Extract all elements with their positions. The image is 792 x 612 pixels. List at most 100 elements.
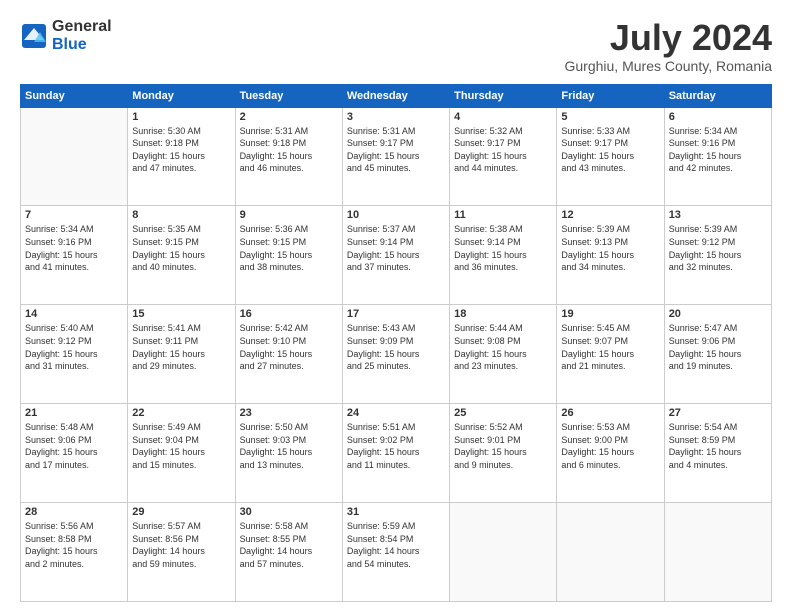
table-row: 26 Sunrise: 5:53 AM Sunset: 9:00 PM Dayli… (557, 404, 664, 503)
day-number: 9 (240, 209, 338, 221)
calendar-table: Sunday Monday Tuesday Wednesday Thursday… (20, 84, 772, 602)
day-number: 27 (669, 407, 767, 419)
day-info: Sunrise: 5:52 AM Sunset: 9:01 PM Dayligh… (454, 421, 552, 471)
day-number: 28 (25, 506, 123, 518)
table-row: 14 Sunrise: 5:40 AM Sunset: 9:12 PM Dayli… (21, 305, 128, 404)
table-row: 29 Sunrise: 5:57 AM Sunset: 8:56 PM Dayli… (128, 503, 235, 602)
table-row: 6Sunrise: 5:34 AM Sunset: 9:16 PM Daylig… (664, 107, 771, 206)
day-info: Sunrise: 5:40 AM Sunset: 9:12 PM Dayligh… (25, 322, 123, 372)
table-row: 9Sunrise: 5:36 AM Sunset: 9:15 PM Daylig… (235, 206, 342, 305)
day-info: Sunrise: 5:32 AM Sunset: 9:17 PM Dayligh… (454, 125, 552, 175)
day-number: 12 (561, 209, 659, 221)
day-number: 3 (347, 111, 445, 123)
day-number: 23 (240, 407, 338, 419)
col-thursday: Thursday (450, 84, 557, 107)
table-row: 27 Sunrise: 5:54 AM Sunset: 8:59 PM Dayli… (664, 404, 771, 503)
day-number: 13 (669, 209, 767, 221)
table-row: 20Sunrise: 5:47 AM Sunset: 9:06 PM Dayli… (664, 305, 771, 404)
day-number: 29 (132, 506, 230, 518)
col-sunday: Sunday (21, 84, 128, 107)
col-wednesday: Wednesday (342, 84, 449, 107)
table-row: 8 Sunrise: 5:35 AM Sunset: 9:15 PM Daylig… (128, 206, 235, 305)
day-number: 24 (347, 407, 445, 419)
table-row: 12 Sunrise: 5:39 AM Sunset: 9:13 PM Dayli… (557, 206, 664, 305)
day-info: Sunrise: 5:54 AM Sunset: 8:59 PM Dayligh… (669, 421, 767, 471)
day-info: Sunrise: 5:38 AM Sunset: 9:14 PM Dayligh… (454, 223, 552, 273)
day-number: 16 (240, 308, 338, 320)
calendar-body: 1 Sunrise: 5:30 AM Sunset: 9:18 PM Daylig… (21, 107, 772, 601)
table-row: 1 Sunrise: 5:30 AM Sunset: 9:18 PM Daylig… (128, 107, 235, 206)
table-row (21, 107, 128, 206)
day-info: Sunrise: 5:50 AM Sunset: 9:03 PM Dayligh… (240, 421, 338, 471)
day-info: Sunrise: 5:37 AM Sunset: 9:14 PM Dayligh… (347, 223, 445, 273)
table-row: 19 Sunrise: 5:45 AM Sunset: 9:07 PM Dayli… (557, 305, 664, 404)
calendar-week-row: 21 Sunrise: 5:48 AM Sunset: 9:06 PM Dayli… (21, 404, 772, 503)
day-info: Sunrise: 5:30 AM Sunset: 9:18 PM Dayligh… (132, 125, 230, 175)
month-year-title: July 2024 (565, 18, 773, 58)
day-number: 30 (240, 506, 338, 518)
calendar-week-row: 28 Sunrise: 5:56 AM Sunset: 8:58 PM Dayli… (21, 503, 772, 602)
day-number: 11 (454, 209, 552, 221)
table-row: 15 Sunrise: 5:41 AM Sunset: 9:11 PM Dayli… (128, 305, 235, 404)
title-block: July 2024 Gurghiu, Mures County, Romania (565, 18, 773, 74)
table-row: 30 Sunrise: 5:58 AM Sunset: 8:55 PM Dayli… (235, 503, 342, 602)
day-number: 10 (347, 209, 445, 221)
table-row (557, 503, 664, 602)
day-number: 15 (132, 308, 230, 320)
location-subtitle: Gurghiu, Mures County, Romania (565, 58, 773, 74)
calendar-week-row: 14 Sunrise: 5:40 AM Sunset: 9:12 PM Dayli… (21, 305, 772, 404)
day-info: Sunrise: 5:35 AM Sunset: 9:15 PM Dayligh… (132, 223, 230, 273)
table-row: 17Sunrise: 5:43 AM Sunset: 9:09 PM Dayli… (342, 305, 449, 404)
header: General Blue July 2024 Gurghiu, Mures Co… (20, 18, 772, 74)
table-row (450, 503, 557, 602)
day-number: 26 (561, 407, 659, 419)
day-number: 7 (25, 209, 123, 221)
col-friday: Friday (557, 84, 664, 107)
logo-general-text: General (52, 18, 112, 36)
day-number: 6 (669, 111, 767, 123)
day-info: Sunrise: 5:57 AM Sunset: 8:56 PM Dayligh… (132, 520, 230, 570)
table-row: 10 Sunrise: 5:37 AM Sunset: 9:14 PM Dayli… (342, 206, 449, 305)
table-row: 3 Sunrise: 5:31 AM Sunset: 9:17 PM Daylig… (342, 107, 449, 206)
day-number: 8 (132, 209, 230, 221)
table-row: 13Sunrise: 5:39 AM Sunset: 9:12 PM Dayli… (664, 206, 771, 305)
col-tuesday: Tuesday (235, 84, 342, 107)
logo-blue-text: Blue (52, 36, 112, 54)
day-number: 20 (669, 308, 767, 320)
day-info: Sunrise: 5:41 AM Sunset: 9:11 PM Dayligh… (132, 322, 230, 372)
day-number: 5 (561, 111, 659, 123)
day-number: 21 (25, 407, 123, 419)
day-info: Sunrise: 5:51 AM Sunset: 9:02 PM Dayligh… (347, 421, 445, 471)
day-info: Sunrise: 5:39 AM Sunset: 9:13 PM Dayligh… (561, 223, 659, 273)
day-info: Sunrise: 5:42 AM Sunset: 9:10 PM Dayligh… (240, 322, 338, 372)
table-row: 28 Sunrise: 5:56 AM Sunset: 8:58 PM Dayli… (21, 503, 128, 602)
table-row: 4Sunrise: 5:32 AM Sunset: 9:17 PM Daylig… (450, 107, 557, 206)
day-number: 14 (25, 308, 123, 320)
table-row: 16 Sunrise: 5:42 AM Sunset: 9:10 PM Dayli… (235, 305, 342, 404)
table-row: 11 Sunrise: 5:38 AM Sunset: 9:14 PM Dayli… (450, 206, 557, 305)
day-info: Sunrise: 5:53 AM Sunset: 9:00 PM Dayligh… (561, 421, 659, 471)
day-number: 22 (132, 407, 230, 419)
table-row: 24 Sunrise: 5:51 AM Sunset: 9:02 PM Dayli… (342, 404, 449, 503)
calendar-week-row: 7Sunrise: 5:34 AM Sunset: 9:16 PM Daylig… (21, 206, 772, 305)
table-row: 5 Sunrise: 5:33 AM Sunset: 9:17 PM Daylig… (557, 107, 664, 206)
day-info: Sunrise: 5:33 AM Sunset: 9:17 PM Dayligh… (561, 125, 659, 175)
table-row: 21 Sunrise: 5:48 AM Sunset: 9:06 PM Dayli… (21, 404, 128, 503)
col-monday: Monday (128, 84, 235, 107)
table-row: 22Sunrise: 5:49 AM Sunset: 9:04 PM Dayli… (128, 404, 235, 503)
day-number: 1 (132, 111, 230, 123)
logo-text: General Blue (52, 18, 112, 53)
day-info: Sunrise: 5:44 AM Sunset: 9:08 PM Dayligh… (454, 322, 552, 372)
day-info: Sunrise: 5:31 AM Sunset: 9:17 PM Dayligh… (347, 125, 445, 175)
day-number: 31 (347, 506, 445, 518)
day-number: 19 (561, 308, 659, 320)
logo-icon (20, 22, 48, 50)
day-info: Sunrise: 5:45 AM Sunset: 9:07 PM Dayligh… (561, 322, 659, 372)
day-info: Sunrise: 5:48 AM Sunset: 9:06 PM Dayligh… (25, 421, 123, 471)
page: General Blue July 2024 Gurghiu, Mures Co… (0, 0, 792, 612)
day-info: Sunrise: 5:58 AM Sunset: 8:55 PM Dayligh… (240, 520, 338, 570)
table-row: 18Sunrise: 5:44 AM Sunset: 9:08 PM Dayli… (450, 305, 557, 404)
day-info: Sunrise: 5:56 AM Sunset: 8:58 PM Dayligh… (25, 520, 123, 570)
col-saturday: Saturday (664, 84, 771, 107)
logo: General Blue (20, 18, 112, 53)
